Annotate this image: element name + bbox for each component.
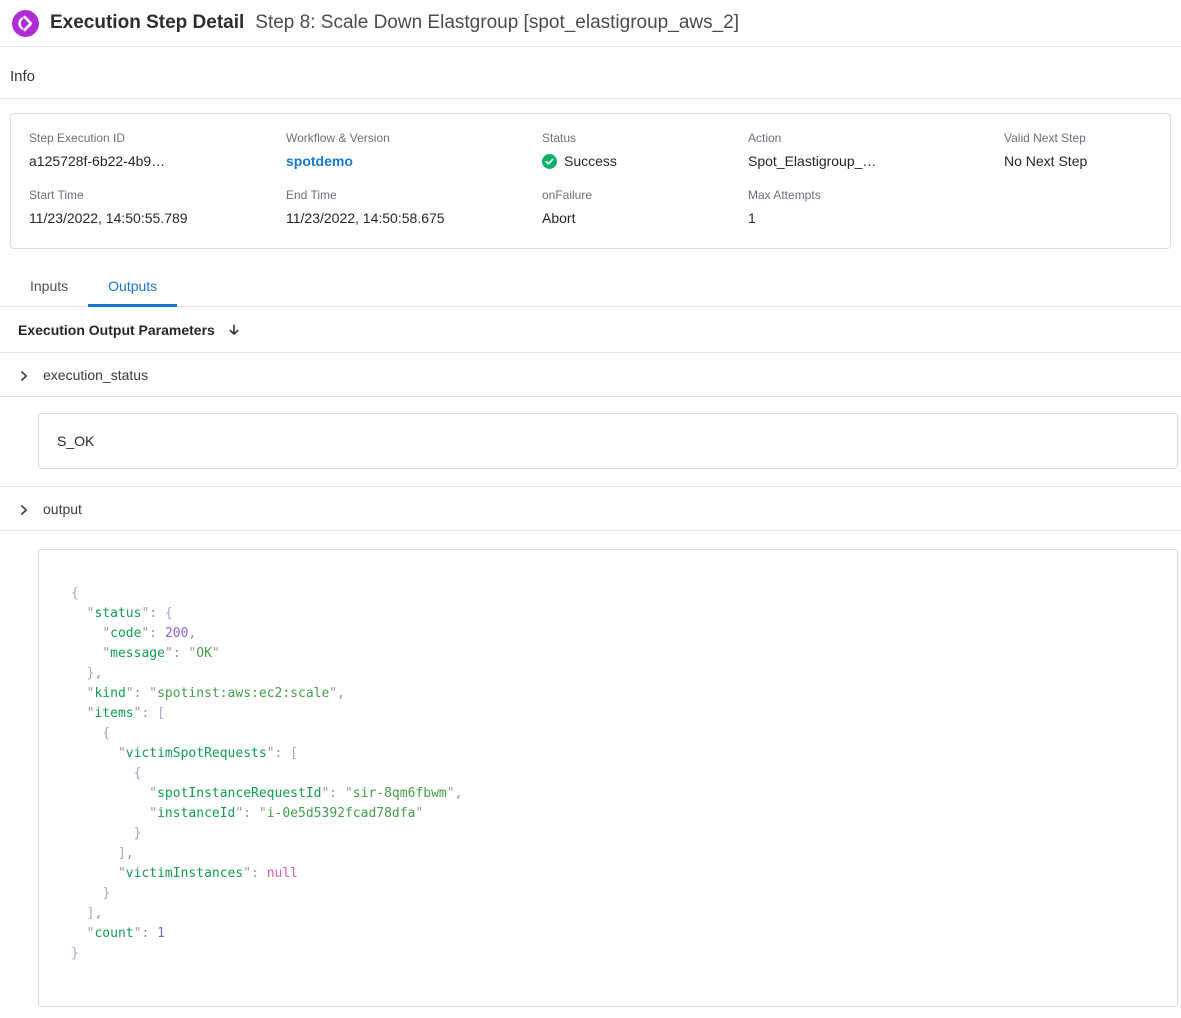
- page-subtitle: Step 8: Scale Down Elastgroup [spot_elas…: [255, 12, 739, 34]
- code-line: {: [71, 724, 1157, 744]
- info-field-start-time: Start Time 11/23/2022, 14:50:55.789: [29, 188, 286, 226]
- spot-connect-logo-icon: [12, 10, 39, 37]
- field-value: 11/23/2022, 14:50:55.789: [29, 210, 286, 226]
- field-value[interactable]: spotdemo: [286, 153, 542, 169]
- success-check-icon: [542, 154, 557, 169]
- field-label: Max Attempts: [748, 188, 1004, 202]
- field-label: Start Time: [29, 188, 286, 202]
- param-name: execution_status: [43, 367, 148, 383]
- field-label: Status: [542, 131, 748, 145]
- code-line: "count": 1: [71, 924, 1157, 944]
- param-row-output[interactable]: output: [0, 487, 1181, 531]
- tab-outputs[interactable]: Outputs: [88, 267, 177, 306]
- info-field-valid-next-step: Valid Next Step No Next Step: [1004, 131, 1152, 169]
- field-value: a125728f-6b22-4b9…: [29, 153, 286, 169]
- chevron-right-icon: [18, 370, 30, 382]
- info-field-end-time: End Time 11/23/2022, 14:50:58.675: [286, 188, 542, 226]
- field-value: Success: [542, 153, 748, 169]
- info-field-max-attempts: Max Attempts 1: [748, 188, 1004, 226]
- field-label: Workflow & Version: [286, 131, 542, 145]
- execution-status-value: S_OK: [57, 433, 94, 449]
- output-parameters-header: Execution Output Parameters: [0, 307, 1181, 353]
- field-label: onFailure: [542, 188, 748, 202]
- tab-inputs[interactable]: Inputs: [10, 267, 88, 306]
- field-value: No Next Step: [1004, 153, 1152, 169]
- param-row-execution-status[interactable]: execution_status: [0, 353, 1181, 397]
- info-field-action: Action Spot_Elastigroup_…: [748, 131, 1004, 169]
- output-json-viewer: { "status": { "code": 200, "message": "O…: [38, 549, 1178, 1007]
- field-label: End Time: [286, 188, 542, 202]
- code-line: "kind": "spotinst:aws:ec2:scale",: [71, 684, 1157, 704]
- tabs: InputsOutputs: [0, 267, 1181, 307]
- code-line: },: [71, 664, 1157, 684]
- code-line: "items": [: [71, 704, 1157, 724]
- field-label: Valid Next Step: [1004, 131, 1152, 145]
- info-divider: [0, 98, 1181, 99]
- code-line: "status": {: [71, 604, 1157, 624]
- code-line: "instanceId": "i-0e5d5392fcad78dfa": [71, 804, 1157, 824]
- info-grid: Step Execution ID a125728f-6b22-4b9…Workf…: [29, 131, 1152, 226]
- download-arrow-icon[interactable]: [227, 323, 241, 338]
- code-line: }: [71, 884, 1157, 904]
- code-line: "code": 200,: [71, 624, 1157, 644]
- code-line: "victimInstances": null: [71, 864, 1157, 884]
- header: Execution Step Detail Step 8: Scale Down…: [0, 0, 1181, 47]
- status-text: Success: [564, 153, 617, 169]
- field-value: 11/23/2022, 14:50:58.675: [286, 210, 542, 226]
- field-value: Abort: [542, 210, 748, 226]
- execution-status-value-box: S_OK: [38, 413, 1178, 469]
- field-label: Step Execution ID: [29, 131, 286, 145]
- field-value: Spot_Elastigroup_…: [748, 153, 1004, 169]
- field-value: 1: [748, 210, 1004, 226]
- chevron-right-icon: [18, 504, 30, 516]
- code-line: }: [71, 824, 1157, 844]
- code-line: ],: [71, 844, 1157, 864]
- info-field-step-execution-id: Step Execution ID a125728f-6b22-4b9…: [29, 131, 286, 169]
- page-title: Execution Step Detail: [50, 12, 244, 34]
- info-field-onfailure: onFailure Abort: [542, 188, 748, 226]
- code-line: }: [71, 944, 1157, 964]
- info-field-workflow-version: Workflow & Version spotdemo: [286, 131, 542, 169]
- code-line: "victimSpotRequests": [: [71, 744, 1157, 764]
- info-card: Step Execution ID a125728f-6b22-4b9…Workf…: [10, 113, 1171, 249]
- output-parameters-title: Execution Output Parameters: [18, 322, 215, 338]
- code-line: {: [71, 584, 1157, 604]
- field-label: Action: [748, 131, 1004, 145]
- param-name: output: [43, 501, 82, 517]
- info-section-label: Info: [0, 47, 1181, 98]
- code-line: ],: [71, 904, 1157, 924]
- code-line: "spotInstanceRequestId": "sir-8qm6fbwm",: [71, 784, 1157, 804]
- code-line: {: [71, 764, 1157, 784]
- info-field-status: Status Success: [542, 131, 748, 169]
- code-line: "message": "OK": [71, 644, 1157, 664]
